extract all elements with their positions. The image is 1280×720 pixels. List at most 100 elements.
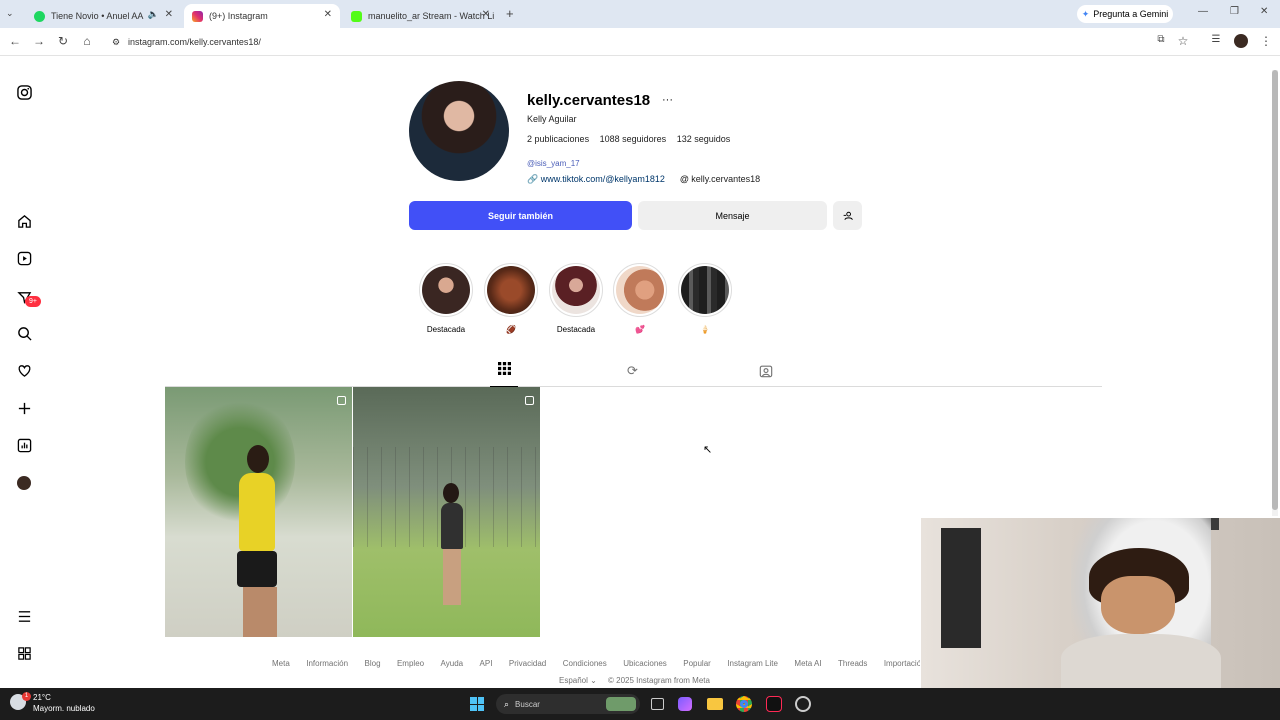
footer-link[interactable]: Meta: [272, 659, 290, 668]
search-highlight-icon: [606, 697, 636, 711]
footer-link[interactable]: Privacidad: [509, 659, 546, 668]
spotify-icon: [34, 10, 45, 22]
taskbar-search-placeholder: Buscar: [515, 699, 540, 709]
forward-icon[interactable]: →: [31, 34, 47, 48]
app-icon[interactable]: [795, 696, 811, 712]
highlight-label: 🏈: [506, 325, 516, 334]
minimize-button[interactable]: —: [1198, 6, 1208, 17]
close-window-button[interactable]: ✕: [1260, 6, 1268, 17]
page-scrollbar[interactable]: [1272, 70, 1278, 516]
tab-title: manuelito_ar Stream - Watch Li: [368, 11, 495, 21]
profile-username: kelly.cervantes18: [527, 92, 651, 109]
footer-link[interactable]: Información: [306, 659, 348, 668]
tab-kick[interactable]: manuelito_ar Stream - Watch Li ✕: [343, 4, 498, 28]
tab-reposts[interactable]: ⟳: [627, 363, 638, 379]
following-link[interactable]: 132 seguidos: [677, 134, 731, 144]
footer-link[interactable]: API: [480, 659, 493, 668]
tab-instagram[interactable]: (9+) Instagram ✕: [184, 4, 340, 28]
footer-link[interactable]: Empleo: [397, 659, 424, 668]
new-tab-button[interactable]: +: [506, 6, 514, 21]
dashboard-icon[interactable]: [14, 435, 34, 455]
search-icon[interactable]: [14, 323, 34, 343]
link-icon: 🔗: [527, 174, 539, 184]
footer-link[interactable]: Ayuda: [441, 659, 464, 668]
highlight-item[interactable]: Destacada: [549, 263, 603, 334]
close-icon[interactable]: ✕: [482, 9, 490, 20]
follow-back-button[interactable]: Seguir también: [409, 201, 632, 230]
tab-tagged[interactable]: [759, 364, 773, 383]
followers-count: 1088: [599, 134, 620, 144]
message-button[interactable]: Mensaje: [638, 201, 827, 230]
suggest-user-icon[interactable]: [833, 201, 862, 230]
chrome-icon[interactable]: [736, 696, 752, 712]
start-windows-icon[interactable]: [470, 697, 484, 711]
home-icon[interactable]: [14, 211, 34, 231]
threads-link[interactable]: @ kelly.cervantes18: [680, 174, 760, 184]
footer-link[interactable]: Condiciones: [563, 659, 607, 668]
address-bar[interactable]: ⚙ instagram.com/kelly.cervantes18/: [104, 31, 1144, 53]
profile-stats: 2 publicaciones 1088 seguidores 132 segu…: [527, 134, 730, 144]
highlight-item[interactable]: 💕: [613, 263, 667, 334]
post-thumbnail[interactable]: [165, 387, 352, 637]
gemini-button[interactable]: ✦ Pregunta a Gemini: [1077, 5, 1173, 23]
search-icon: ⌕: [504, 698, 510, 709]
language-label: Español: [559, 676, 588, 685]
weather-temp: 21°C: [33, 693, 51, 702]
highlight-item[interactable]: 🏈: [484, 263, 538, 334]
post-thumbnail[interactable]: [353, 387, 540, 637]
copilot-icon[interactable]: [678, 697, 692, 711]
scrollbar-thumb[interactable]: [1272, 70, 1278, 510]
maximize-button[interactable]: ❐: [1230, 6, 1239, 17]
profile-picture[interactable]: [409, 81, 509, 181]
bio-mention[interactable]: @isis_yam_17: [527, 159, 580, 168]
menu-icon[interactable]: ⋮: [1258, 34, 1274, 48]
file-explorer-icon[interactable]: [707, 698, 723, 710]
footer-link[interactable]: Blog: [365, 659, 381, 668]
profile-avatar-icon[interactable]: [14, 473, 34, 493]
highlight-label: 💕: [635, 325, 645, 334]
create-plus-icon[interactable]: [14, 398, 34, 418]
gemini-label: Pregunta a Gemini: [1093, 9, 1169, 19]
bookmark-star-icon[interactable]: ☆: [1175, 34, 1191, 48]
footer-link[interactable]: Popular: [683, 659, 711, 668]
highlight-cover: [549, 263, 603, 317]
tab-posts[interactable]: [490, 362, 518, 387]
reading-list-icon[interactable]: ☰: [1208, 34, 1224, 45]
instagram-icon: [192, 10, 203, 22]
apps-grid-icon[interactable]: [14, 643, 34, 663]
highlight-cover: [613, 263, 667, 317]
task-view-icon[interactable]: [651, 698, 664, 710]
highlight-item[interactable]: Destacada: [419, 263, 473, 334]
site-info-icon[interactable]: ⚙: [112, 31, 120, 53]
profile-avatar[interactable]: [1234, 34, 1248, 48]
install-icon[interactable]: ⧉: [1153, 34, 1169, 45]
footer-link[interactable]: Meta AI: [794, 659, 821, 668]
gemini-icon: ✦: [1081, 8, 1090, 19]
reload-icon[interactable]: ↻: [55, 34, 71, 48]
tab-search-icon[interactable]: ⌄: [6, 8, 14, 19]
player-body: [441, 503, 463, 549]
home-icon[interactable]: ⌂: [79, 34, 95, 48]
footer-link[interactable]: Threads: [838, 659, 867, 668]
reels-icon[interactable]: [14, 248, 34, 268]
footer-link[interactable]: Ubicaciones: [623, 659, 667, 668]
footer-link[interactable]: Instagram Lite: [727, 659, 778, 668]
instagram-logo-icon[interactable]: [14, 82, 34, 102]
weather-desc: Mayorm. nublado: [33, 704, 95, 713]
tab-spotify[interactable]: Tiene Novio • Anuel AA 🔈 ✕: [26, 4, 181, 28]
language-select[interactable]: Español ⌄: [559, 676, 597, 685]
menu-hamburger-icon[interactable]: [14, 606, 34, 626]
footer-link[interactable]: Importación de contactos y no us: [884, 659, 920, 668]
highlight-item[interactable]: 🍦: [678, 263, 732, 334]
tiktok-icon[interactable]: [766, 696, 782, 712]
audio-icon[interactable]: 🔈: [148, 9, 159, 20]
back-icon[interactable]: ←: [7, 34, 23, 48]
taskbar-search[interactable]: ⌕ Buscar: [496, 694, 640, 714]
close-icon[interactable]: ✕: [324, 9, 332, 20]
more-options-icon[interactable]: ···: [662, 94, 673, 106]
followers-link[interactable]: 1088 seguidores: [600, 134, 667, 144]
close-icon[interactable]: ✕: [165, 9, 173, 20]
bio-link[interactable]: 🔗 www.tiktok.com/@kellyam1812: [527, 174, 665, 185]
heart-icon[interactable]: [14, 360, 34, 380]
player-legs: [243, 587, 277, 637]
